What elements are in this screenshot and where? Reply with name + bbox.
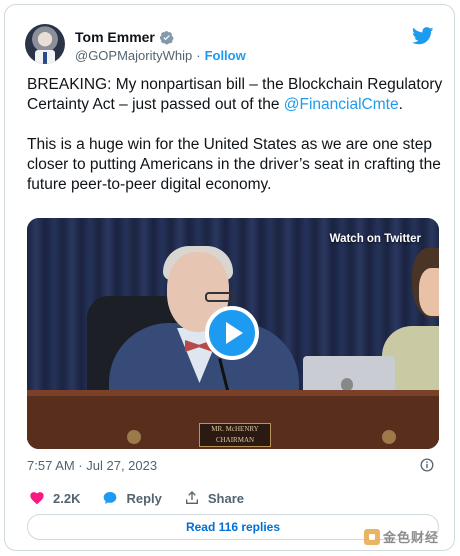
play-icon[interactable] — [205, 306, 259, 360]
reply-bubble-icon — [104, 492, 117, 504]
share-icon — [185, 491, 198, 504]
twitter-bird-icon[interactable] — [412, 27, 434, 45]
watermark-text: 金色财经 — [383, 531, 440, 546]
nameplate-title: CHAIRMAN — [215, 436, 255, 444]
separator-dot: · — [196, 48, 201, 63]
like-count: 2.2K — [53, 490, 81, 506]
like-button[interactable]: 2.2K — [29, 490, 80, 506]
watermark-logo-icon — [364, 528, 380, 545]
desk-seal-left — [127, 430, 141, 444]
share-button[interactable]: Share — [184, 490, 244, 506]
info-icon[interactable] — [420, 458, 434, 472]
heart-icon — [30, 492, 44, 505]
verified-badge-icon — [159, 30, 174, 44]
play-triangle — [226, 322, 243, 344]
watermark: 金色财经 — [364, 527, 439, 546]
reply-label: Reply — [126, 490, 162, 506]
tweet-card: Tom Emmer @GOPMajorityWhip · Follow BREA… — [4, 4, 455, 551]
author-handle-row: @GOPMajorityWhip · Follow — [75, 48, 246, 63]
author-name[interactable]: Tom Emmer — [75, 29, 155, 45]
video-nameplate: MR. McHENRY CHAIRMAN — [199, 423, 271, 447]
follow-link[interactable]: Follow — [205, 48, 246, 63]
avatar[interactable] — [25, 24, 65, 64]
tweet-paragraph-2: This is a huge win for the United States… — [27, 136, 441, 193]
reply-button[interactable]: Reply — [102, 490, 162, 506]
mention-link[interactable]: @FinancialCmte — [284, 96, 399, 113]
video-player[interactable]: MR. McHENRY CHAIRMAN Watch on Twitter — [27, 218, 439, 449]
desk-seal-right — [382, 430, 396, 444]
video-person-glasses — [205, 292, 235, 302]
tweet-text: BREAKING: My nonpartisan bill – the Bloc… — [27, 75, 447, 215]
avatar-tie — [43, 52, 47, 64]
tweet-paragraph-1: BREAKING: My nonpartisan bill – the Bloc… — [27, 75, 447, 115]
nameplate-name: MR. McHENRY — [211, 425, 259, 433]
author-name-row: Tom Emmer — [75, 29, 174, 45]
tweet-actions: 2.2K Reply Share — [29, 490, 266, 506]
share-label: Share — [207, 490, 245, 506]
mention-suffix: . — [398, 96, 403, 113]
video-person-right-face — [419, 268, 439, 316]
watch-on-twitter-label[interactable]: Watch on Twitter — [330, 233, 421, 245]
author-handle[interactable]: @GOPMajorityWhip — [75, 48, 192, 63]
tweet-timestamp[interactable]: 7:57 AM · Jul 27, 2023 — [27, 458, 157, 473]
